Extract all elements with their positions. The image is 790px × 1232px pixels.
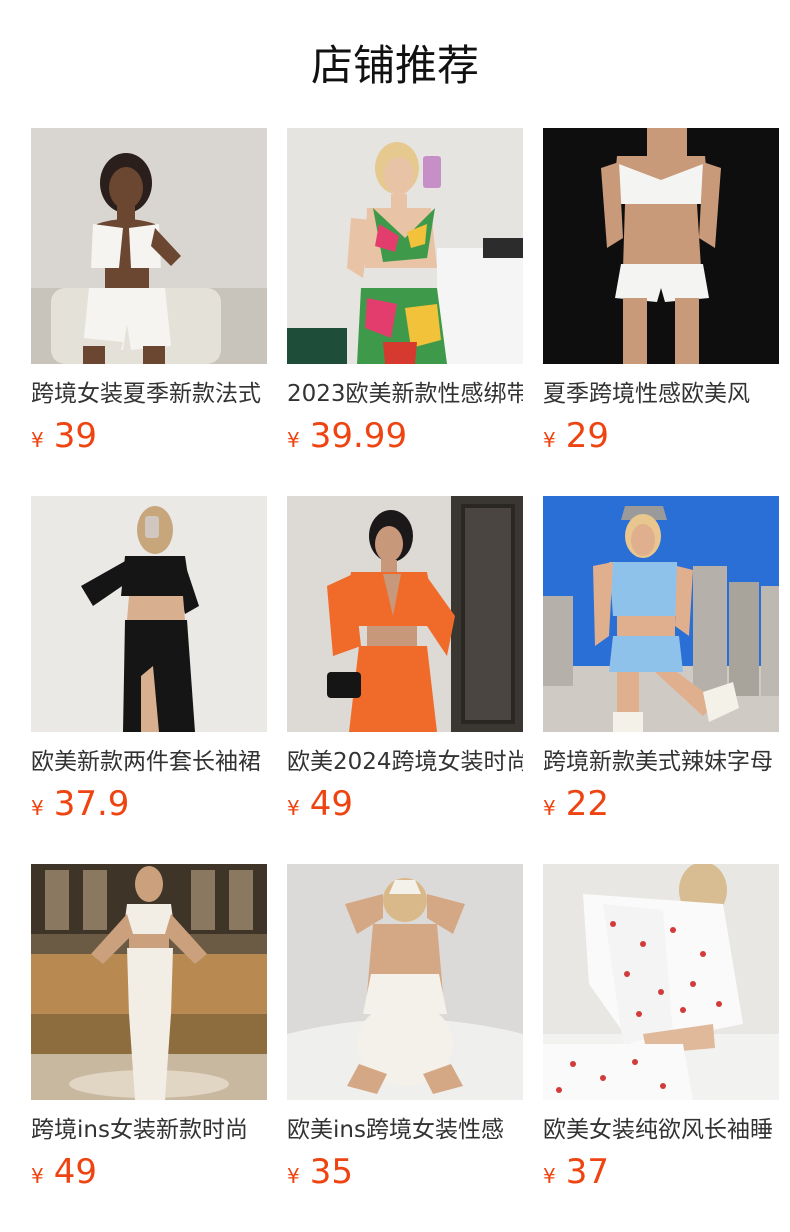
product-name[interactable]: 欧美新款两件套长袖裙 (31, 746, 267, 778)
product-price: ¥ 39.99 (287, 416, 523, 460)
currency-symbol: ¥ (31, 1164, 44, 1188)
price-value: 22 (565, 784, 609, 824)
product-name[interactable]: 2023欧美新款性感绑带 (287, 378, 523, 410)
price-value: 39 (53, 416, 97, 456)
page-title: 店铺推荐 (310, 41, 479, 90)
product-card[interactable]: 欧美新款两件套长袖裙 ¥ 37.9 (31, 496, 267, 824)
product-price: ¥ 29 (543, 416, 779, 460)
price-value: 39.99 (309, 416, 408, 456)
product-price: ¥ 49 (287, 784, 523, 828)
product-grid: 跨境女装夏季新款法式 ¥ 39 2023欧美新款性感绑带 ¥ 39.99 夏季跨… (31, 128, 779, 1192)
product-card[interactable]: 欧美2024跨境女装时尚 ¥ 49 (287, 496, 523, 824)
currency-symbol: ¥ (31, 796, 44, 820)
product-card[interactable]: 跨境ins女装新款时尚 ¥ 49 (31, 864, 267, 1192)
currency-symbol: ¥ (543, 1164, 556, 1188)
product-name[interactable]: 欧美ins跨境女装性感 (287, 1114, 523, 1146)
product-image[interactable] (543, 496, 779, 732)
product-image[interactable] (287, 128, 523, 364)
product-card[interactable]: 跨境新款美式辣妹字母 ¥ 22 (543, 496, 779, 824)
product-name[interactable]: 夏季跨境性感欧美风 (543, 378, 779, 410)
product-card[interactable]: 欧美ins跨境女装性感 ¥ 35 (287, 864, 523, 1192)
product-name[interactable]: 跨境女装夏季新款法式 (31, 378, 267, 410)
product-price: ¥ 35 (287, 1152, 523, 1196)
price-value: 35 (309, 1152, 353, 1192)
product-image[interactable] (31, 864, 267, 1100)
currency-symbol: ¥ (543, 796, 556, 820)
product-image[interactable] (287, 864, 523, 1100)
product-name[interactable]: 跨境ins女装新款时尚 (31, 1114, 267, 1146)
price-value: 37 (565, 1152, 609, 1192)
price-value: 29 (565, 416, 609, 456)
currency-symbol: ¥ (287, 428, 300, 452)
price-value: 49 (53, 1152, 97, 1192)
product-image[interactable] (31, 128, 267, 364)
currency-symbol: ¥ (31, 428, 44, 452)
price-value: 37.9 (53, 784, 130, 824)
product-name[interactable]: 欧美女装纯欲风长袖睡 (543, 1114, 779, 1146)
currency-symbol: ¥ (543, 428, 556, 452)
product-card[interactable]: 欧美女装纯欲风长袖睡 ¥ 37 (543, 864, 779, 1192)
product-image[interactable] (31, 496, 267, 732)
product-image[interactable] (287, 496, 523, 732)
product-image[interactable] (543, 864, 779, 1100)
product-name[interactable]: 跨境新款美式辣妹字母 (543, 746, 779, 778)
product-price: ¥ 37 (543, 1152, 779, 1196)
product-card[interactable]: 夏季跨境性感欧美风 ¥ 29 (543, 128, 779, 456)
product-image[interactable] (543, 128, 779, 364)
product-price: ¥ 39 (31, 416, 267, 460)
product-card[interactable]: 2023欧美新款性感绑带 ¥ 39.99 (287, 128, 523, 456)
product-price: ¥ 49 (31, 1152, 267, 1196)
product-name[interactable]: 欧美2024跨境女装时尚 (287, 746, 523, 778)
product-card[interactable]: 跨境女装夏季新款法式 ¥ 39 (31, 128, 267, 456)
currency-symbol: ¥ (287, 1164, 300, 1188)
currency-symbol: ¥ (287, 796, 300, 820)
price-value: 49 (309, 784, 353, 824)
product-price: ¥ 37.9 (31, 784, 267, 828)
product-price: ¥ 22 (543, 784, 779, 828)
